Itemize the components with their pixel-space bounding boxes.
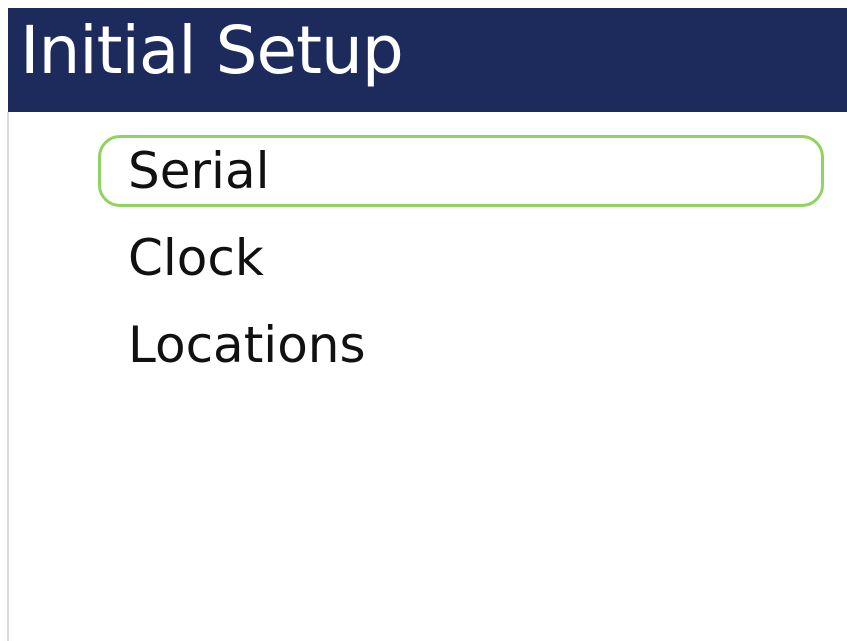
menu-item-clock[interactable]: Clock [98, 222, 824, 294]
left-border [7, 112, 9, 641]
menu-item-locations[interactable]: Locations [98, 309, 824, 381]
page-title: Initial Setup [20, 12, 404, 89]
initial-setup-screen: Initial Setup Serial Clock Locations [0, 0, 847, 641]
menu-item-serial[interactable]: Serial [98, 135, 824, 207]
title-bar: Initial Setup [8, 8, 847, 112]
setup-menu: Serial Clock Locations [98, 135, 824, 396]
